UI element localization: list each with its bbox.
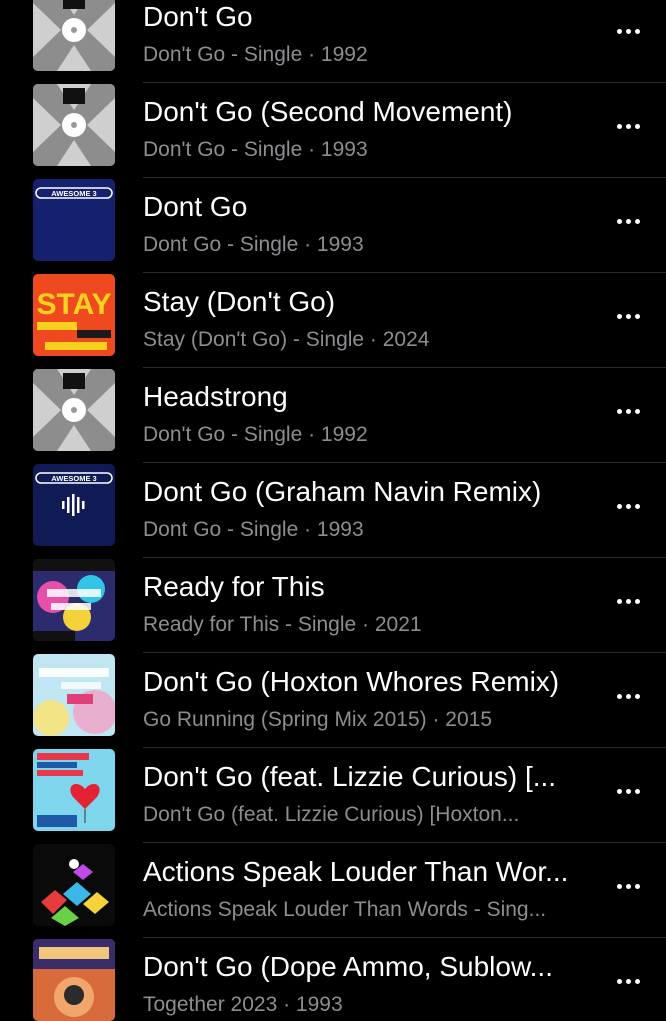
ellipsis-icon — [616, 123, 640, 129]
song-subtitle: Don't Go - Single · 1992 — [143, 43, 368, 66]
xl-vinyl-sleeve-art — [33, 0, 115, 71]
ellipsis-icon — [616, 313, 640, 319]
song-row[interactable]: Actions Speak Louder Than Wor... Actions… — [0, 830, 666, 938]
ellipsis-icon — [616, 883, 640, 889]
awesome3-navy-waveform-art: AWESOME 3 — [33, 464, 115, 546]
song-subtitle: Together 2023 · 1993 — [143, 993, 343, 1016]
stay-orange-art: STAY — [33, 274, 115, 356]
song-title: Don't Go — [143, 1, 253, 32]
song-title: Dont Go — [143, 191, 248, 222]
song-title: Don't Go (Dope Ammo, Sublow... — [143, 951, 553, 982]
xl-vinyl-sleeve-art — [33, 369, 115, 451]
song-title: Don't Go (Second Movement) — [143, 96, 513, 127]
song-subtitle: Don't Go - Single · 1992 — [143, 423, 368, 446]
ellipsis-icon — [616, 788, 640, 794]
song-row[interactable]: Ready for This Ready for This - Single ·… — [0, 545, 666, 653]
song-title: Ready for This — [143, 571, 325, 602]
ready-for-this-art — [33, 559, 115, 641]
song-row[interactable]: AWESOME 3 Dont Go Dont Go - Single · 199… — [0, 165, 666, 273]
ellipsis-icon — [616, 978, 640, 984]
song-row[interactable]: Don't Go (feat. Lizzie Curious) [... Don… — [0, 735, 666, 843]
heart-balloon-art — [33, 749, 115, 831]
song-title: Dont Go (Graham Navin Remix) — [143, 476, 542, 507]
more-options-button[interactable] — [606, 19, 650, 43]
song-row[interactable]: AWESOME 3 Dont Go (Graham Navin Remix) D… — [0, 450, 666, 558]
song-row[interactable]: Don't Go (Dope Ammo, Sublow... Together … — [0, 925, 666, 1021]
svg-text:AWESOME 3: AWESOME 3 — [51, 189, 96, 198]
xl-vinyl-sleeve-art — [33, 84, 115, 166]
song-list: Don't Go Don't Go - Single · 1992 Don't … — [0, 0, 666, 1021]
song-title: Don't Go (feat. Lizzie Curious) [... — [143, 761, 557, 792]
song-row[interactable]: Don't Go (Second Movement) Don't Go - Si… — [0, 70, 666, 178]
ellipsis-icon — [616, 218, 640, 224]
more-options-button[interactable] — [606, 589, 650, 613]
song-subtitle: Dont Go - Single · 1993 — [143, 233, 364, 256]
more-options-button[interactable] — [606, 779, 650, 803]
song-row[interactable]: Don't Go (Hoxton Whores Remix) Go Runnin… — [0, 640, 666, 748]
song-subtitle: Actions Speak Louder Than Words - Sing..… — [143, 898, 547, 921]
svg-text:AWESOME 3: AWESOME 3 — [51, 474, 96, 483]
song-title: Don't Go (Hoxton Whores Remix) — [143, 666, 560, 697]
more-options-button[interactable] — [606, 494, 650, 518]
ellipsis-icon — [616, 693, 640, 699]
song-title: Stay (Don't Go) — [143, 286, 336, 317]
ellipsis-icon — [616, 28, 640, 34]
song-subtitle: Don't Go (feat. Lizzie Curious) [Hoxton.… — [143, 803, 520, 826]
song-title: Actions Speak Louder Than Wor... — [143, 856, 569, 887]
song-row[interactable]: Don't Go Don't Go - Single · 1992 — [0, 0, 666, 83]
more-options-button[interactable] — [606, 399, 650, 423]
together-art — [33, 939, 115, 1021]
song-title: Headstrong — [143, 381, 288, 412]
go-running-art — [33, 654, 115, 736]
song-subtitle: Don't Go - Single · 1993 — [143, 138, 368, 161]
colorful-blocks-art — [33, 844, 115, 926]
ellipsis-icon — [616, 503, 640, 509]
song-subtitle: Stay (Don't Go) - Single · 2024 — [143, 328, 430, 351]
more-options-button[interactable] — [606, 114, 650, 138]
more-options-button[interactable] — [606, 969, 650, 993]
song-subtitle: Ready for This - Single · 2021 — [143, 613, 422, 636]
awesome3-navy-art: AWESOME 3 — [33, 179, 115, 261]
song-subtitle: Dont Go - Single · 1993 — [143, 518, 364, 541]
ellipsis-icon — [616, 408, 640, 414]
more-options-button[interactable] — [606, 684, 650, 708]
svg-text:STAY: STAY — [36, 288, 111, 321]
song-subtitle: Go Running (Spring Mix 2015) · 2015 — [143, 708, 493, 731]
song-row[interactable]: STAY Stay (Don't Go) Stay (Don't Go) - S… — [0, 260, 666, 368]
more-options-button[interactable] — [606, 874, 650, 898]
more-options-button[interactable] — [606, 209, 650, 233]
song-row[interactable]: Headstrong Don't Go - Single · 1992 — [0, 355, 666, 463]
more-options-button[interactable] — [606, 304, 650, 328]
ellipsis-icon — [616, 598, 640, 604]
